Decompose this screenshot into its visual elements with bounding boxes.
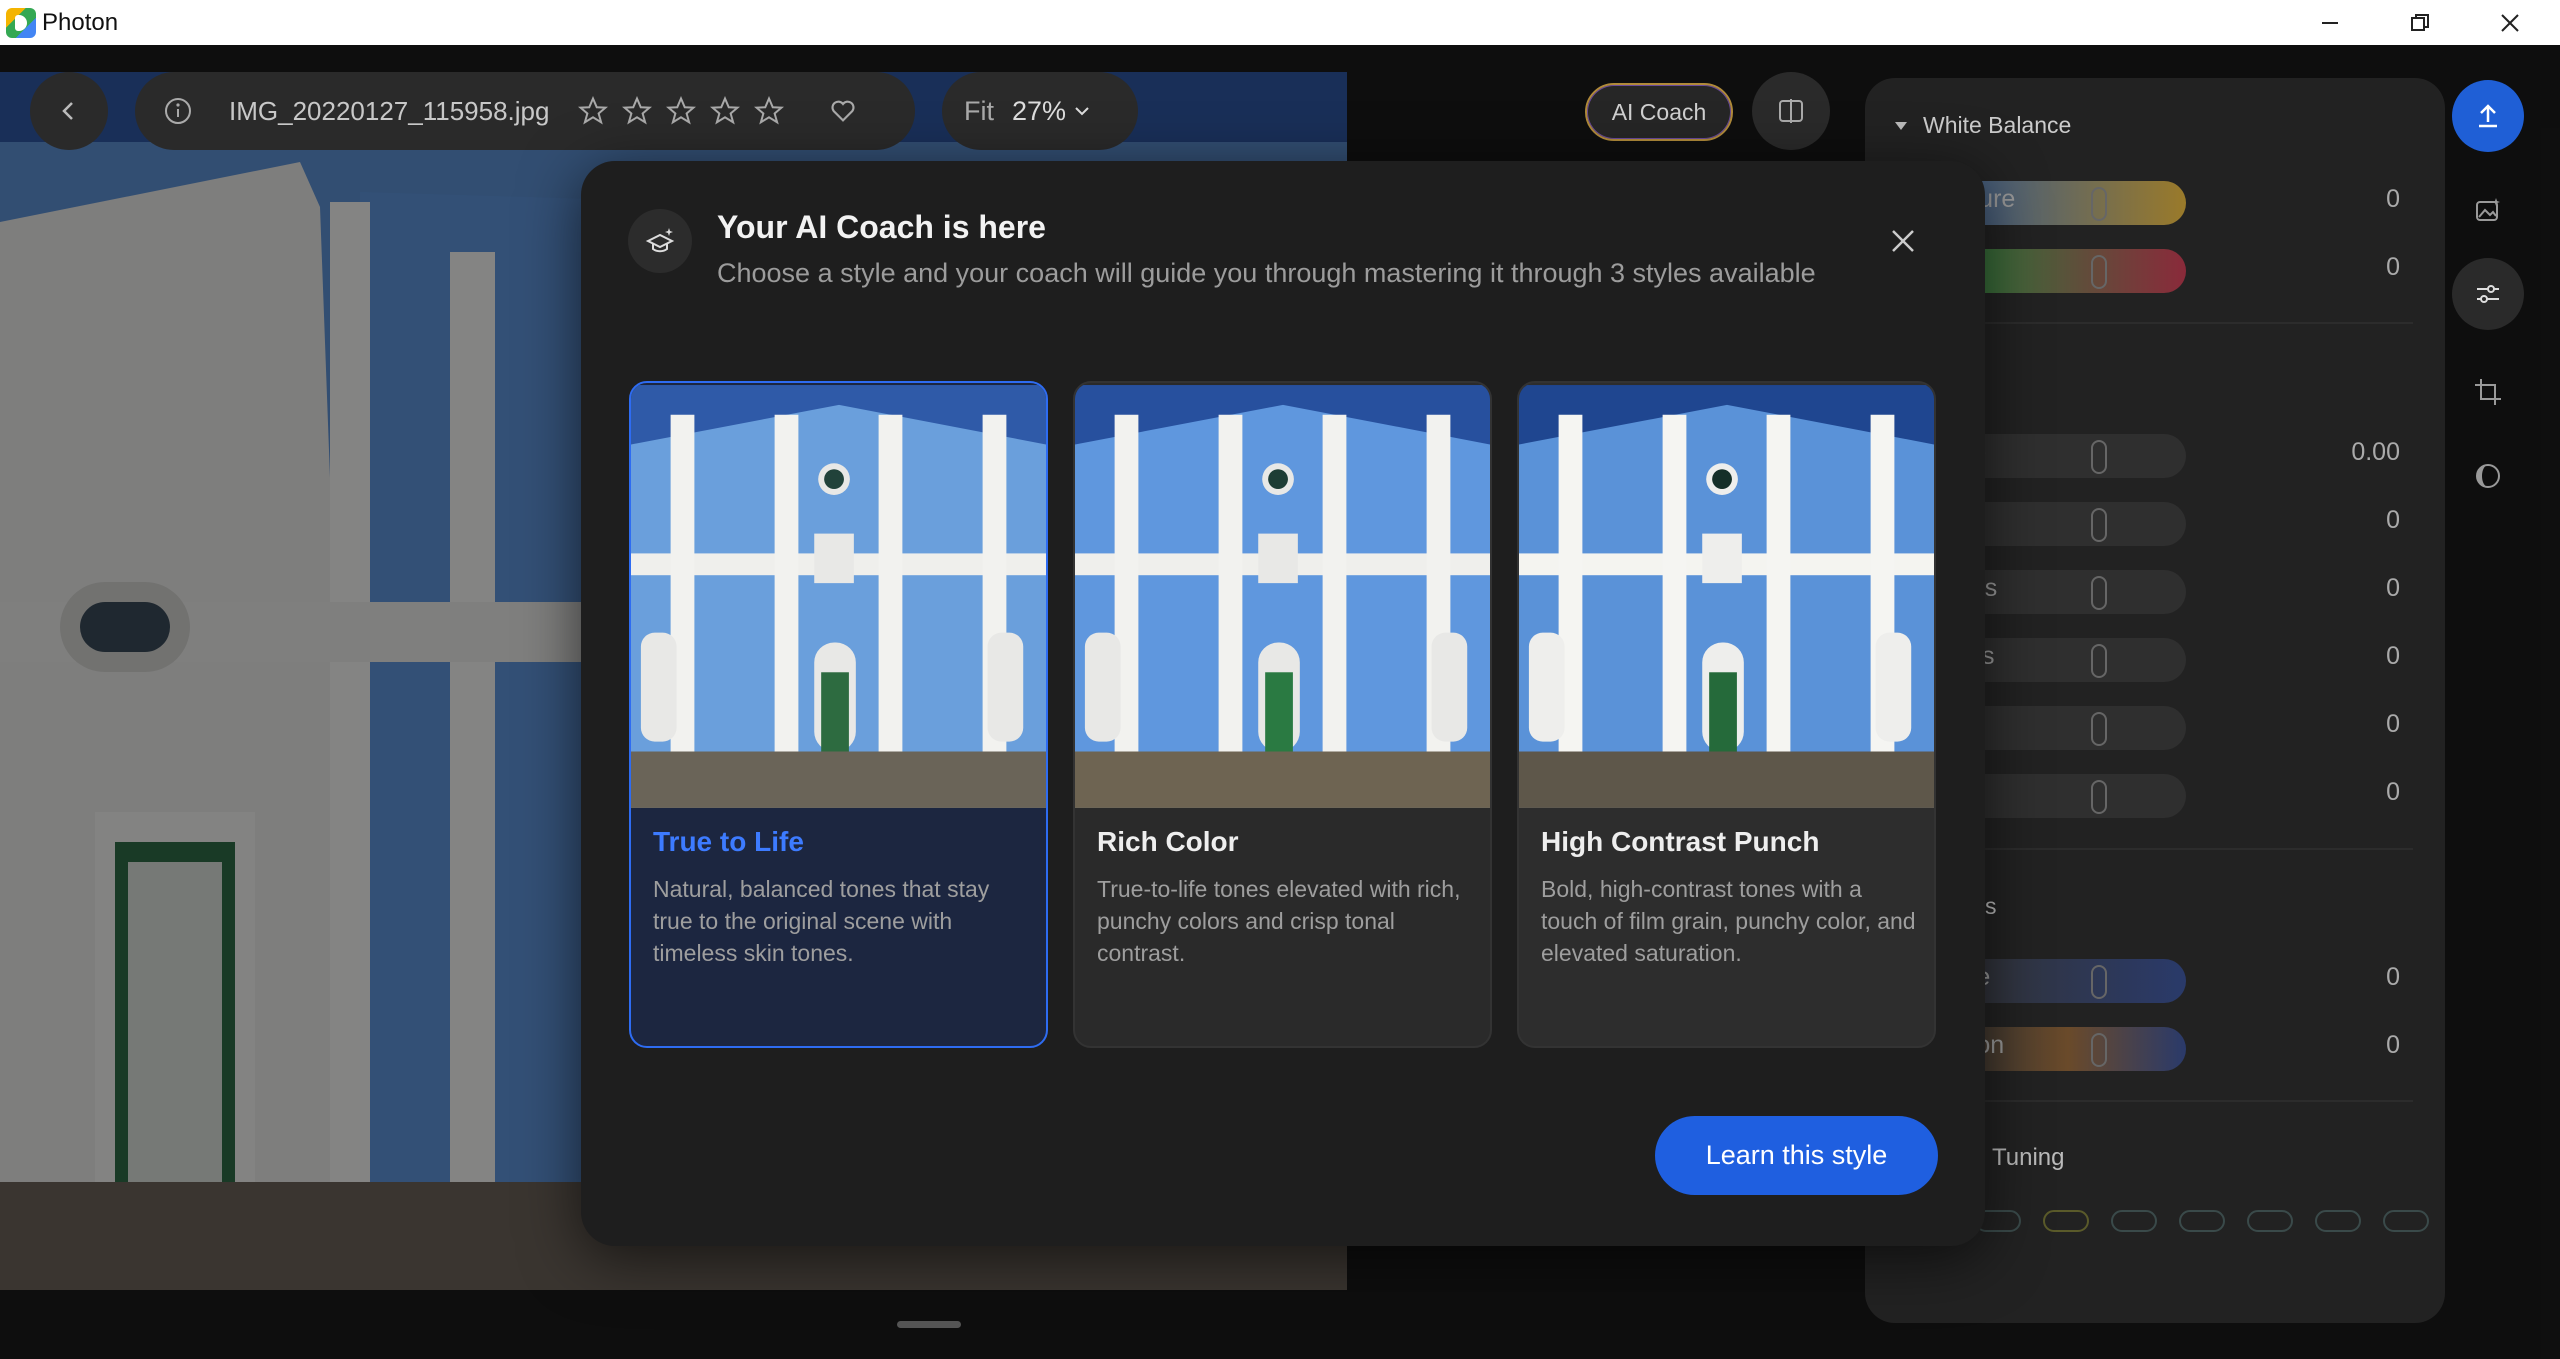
slider-knob[interactable] xyxy=(2091,1033,2107,1067)
slider-value[interactable]: 0 xyxy=(2386,963,2400,992)
restore-button[interactable] xyxy=(2375,0,2465,45)
ai-coach-button[interactable]: AI Coach xyxy=(1585,83,1733,141)
learn-this-style-button[interactable]: Learn this style xyxy=(1655,1116,1938,1195)
star-2-icon[interactable] xyxy=(615,89,659,133)
slider-value[interactable]: 0 xyxy=(2386,185,2400,214)
slider-knob[interactable] xyxy=(2091,187,2107,221)
style-card-description: Natural, balanced tones that stay true t… xyxy=(653,876,990,966)
dialog-close-button[interactable] xyxy=(1880,218,1926,264)
color-tuning-label: Tuning xyxy=(1992,1144,2065,1171)
zoom-fit-label[interactable]: Fit xyxy=(964,96,994,127)
color-section-label: s xyxy=(1985,893,1997,919)
style-card-title: Rich Color xyxy=(1097,826,1239,857)
export-button[interactable] xyxy=(2452,80,2524,152)
style-card-title: High Contrast Punch xyxy=(1541,826,1820,857)
slider-value[interactable]: 0 xyxy=(2386,710,2400,739)
slider-knob[interactable] xyxy=(2091,440,2107,474)
style-card-description: Bold, high-contrast tones with a touch o… xyxy=(1541,876,1916,966)
caret-down-icon xyxy=(1895,121,1907,130)
slider-knob[interactable] xyxy=(2091,644,2107,678)
ai-coach-dialog: Your AI Coach is here Choose a style and… xyxy=(581,161,1985,1246)
crop-icon xyxy=(2475,379,2501,405)
style-card-true-to-life[interactable]: True to Life Natural, balanced tones tha… xyxy=(629,381,1048,1048)
slider-track[interactable] xyxy=(1950,774,2186,818)
close-window-button[interactable] xyxy=(2465,0,2555,45)
star-1-icon[interactable] xyxy=(571,89,615,133)
photon-logo-icon xyxy=(6,7,36,38)
star-4-icon[interactable] xyxy=(703,89,747,133)
style-preview-image xyxy=(1519,385,1934,808)
swatch[interactable] xyxy=(2111,1210,2157,1232)
compare-icon xyxy=(1779,99,1803,123)
image-sparkle-icon xyxy=(2476,198,2500,221)
sliders-icon xyxy=(2477,285,2499,303)
slider-value[interactable]: 0 xyxy=(2386,506,2400,535)
style-preview-image xyxy=(631,385,1046,808)
star-5-icon[interactable] xyxy=(747,89,791,133)
style-card-title: True to Life xyxy=(653,826,804,857)
color-tuning-swatches xyxy=(1975,1210,2429,1232)
mask-tool[interactable] xyxy=(2452,440,2524,512)
swatch[interactable] xyxy=(2383,1210,2429,1232)
style-preview-image xyxy=(1075,385,1490,808)
app-title: Photon xyxy=(42,8,119,36)
style-card-rich-color[interactable]: Rich Color True-to-life tones elevated w… xyxy=(1073,381,1492,1048)
close-icon xyxy=(1892,230,1914,252)
restore-icon xyxy=(2411,13,2429,31)
slider-knob[interactable] xyxy=(2091,712,2107,746)
slider-knob[interactable] xyxy=(2091,255,2107,289)
white-balance-header[interactable]: White Balance xyxy=(1893,112,2071,139)
info-icon[interactable] xyxy=(163,96,193,126)
slider-value[interactable]: 0 xyxy=(2386,778,2400,807)
slider-knob[interactable] xyxy=(2091,780,2107,814)
slider-value[interactable]: 0 xyxy=(2386,253,2400,282)
minimize-button[interactable] xyxy=(2285,0,2375,45)
close-icon xyxy=(2501,13,2519,32)
tint-track[interactable] xyxy=(1950,249,2186,293)
minimize-icon xyxy=(2322,21,2338,24)
tool-rail xyxy=(2452,78,2542,638)
slider-track[interactable] xyxy=(1950,706,2186,750)
swatch[interactable] xyxy=(2043,1210,2089,1232)
ai-coach-icon xyxy=(628,209,692,273)
chevron-left-icon xyxy=(62,102,73,120)
crop-tool[interactable] xyxy=(2452,356,2524,428)
compare-button[interactable] xyxy=(1752,72,1830,150)
dialog-subtitle: Choose a style and your coach will guide… xyxy=(717,258,1816,288)
slider-value[interactable]: 0 xyxy=(2386,574,2400,603)
slider-value[interactable]: 0 xyxy=(2386,1031,2400,1060)
slider-knob[interactable] xyxy=(2091,965,2107,999)
slider-value[interactable]: 0.00 xyxy=(2351,438,2400,467)
slider-knob[interactable] xyxy=(2091,508,2107,542)
title-bar: Photon xyxy=(0,0,2560,45)
mask-icon xyxy=(2476,464,2500,488)
star-3-icon[interactable] xyxy=(659,89,703,133)
slider-knob[interactable] xyxy=(2091,576,2107,610)
adjust-tool[interactable] xyxy=(2452,258,2524,330)
white-balance-title: White Balance xyxy=(1923,112,2072,138)
chevron-down-icon[interactable] xyxy=(1072,101,1092,121)
upload-icon xyxy=(2479,104,2497,128)
zoom-control[interactable]: Fit 27% xyxy=(942,72,1138,150)
file-info-bar: IMG_20220127_115958.jpg xyxy=(135,72,915,150)
style-card-description: True-to-life tones elevated with rich, p… xyxy=(1097,876,1461,966)
swatch[interactable] xyxy=(2247,1210,2293,1232)
dialog-title: Your AI Coach is here xyxy=(717,209,1046,245)
file-name: IMG_20220127_115958.jpg xyxy=(229,95,550,126)
slider-value[interactable]: 0 xyxy=(2386,642,2400,671)
swatch[interactable] xyxy=(2179,1210,2225,1232)
zoom-value[interactable]: 27% xyxy=(1012,96,1066,127)
slider-track[interactable] xyxy=(1950,502,2186,546)
style-card-high-contrast-punch[interactable]: High Contrast Punch Bold, high-contrast … xyxy=(1517,381,1936,1048)
swatch[interactable] xyxy=(2315,1210,2361,1232)
heart-icon[interactable] xyxy=(821,89,865,133)
filmstrip-handle[interactable] xyxy=(897,1321,961,1328)
back-button[interactable] xyxy=(30,72,108,150)
ai-edit-tool[interactable] xyxy=(2452,174,2524,246)
